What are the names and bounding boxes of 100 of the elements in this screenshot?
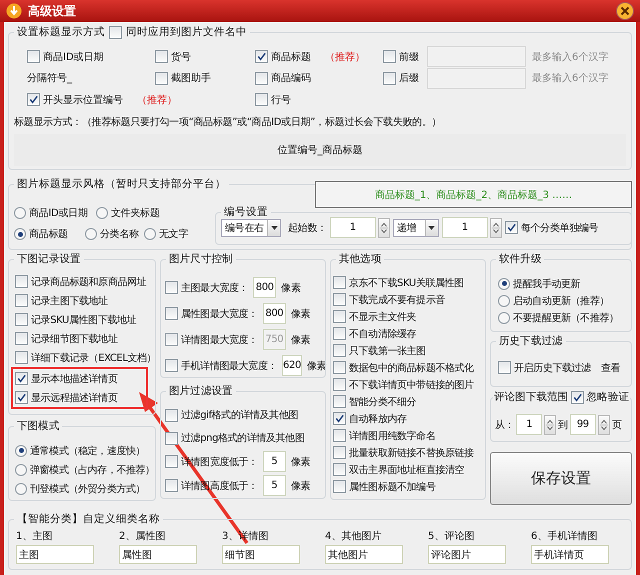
- radio-button[interactable]: [85, 228, 98, 240]
- checkbox-label[interactable]: 属性图最大宽度：: [181, 306, 258, 320]
- checkbox[interactable]: [155, 50, 168, 64]
- checkbox[interactable]: [165, 307, 178, 320]
- number-field[interactable]: 5: [262, 451, 286, 472]
- checkbox-label[interactable]: 显示远程描述详情页: [31, 390, 118, 404]
- checkbox-label[interactable]: 京东不下载SKU关联属性图: [349, 276, 464, 290]
- checkbox[interactable]: [498, 361, 511, 374]
- number-field[interactable]: 99: [570, 414, 596, 436]
- radio-button[interactable]: [144, 228, 156, 240]
- number-field[interactable]: 1: [442, 217, 488, 238]
- radio-button[interactable]: [498, 278, 510, 290]
- radio-label[interactable]: 刊登模式（外贸分类方式）: [30, 482, 146, 496]
- checkbox[interactable]: [255, 93, 268, 106]
- radio-button[interactable]: [96, 207, 108, 219]
- radio-label[interactable]: 通常模式（稳定，速度快）: [30, 444, 146, 458]
- checkbox[interactable]: [333, 446, 346, 459]
- checkbox[interactable]: [109, 26, 122, 38]
- input-field[interactable]: [427, 46, 526, 68]
- checkbox[interactable]: [165, 455, 178, 468]
- radio-label[interactable]: 不要提醒更新（不推荐）: [513, 310, 619, 324]
- checkbox[interactable]: [15, 351, 28, 364]
- dropdown[interactable]: 编号在右: [221, 218, 281, 236]
- checkbox[interactable]: [15, 275, 28, 288]
- radio-button[interactable]: [14, 228, 26, 240]
- checkbox[interactable]: [15, 391, 28, 404]
- radio-label[interactable]: 启动自动更新（推荐）: [513, 294, 610, 308]
- checkbox-label[interactable]: 记录SKU属性图下载地址: [31, 312, 136, 326]
- number-field[interactable]: 800: [262, 303, 286, 324]
- number-field[interactable]: 1: [330, 217, 376, 238]
- checkbox-label[interactable]: 记录商品标题和原商品网址: [31, 274, 146, 288]
- checkbox-label[interactable]: 商品标题: [271, 50, 311, 64]
- checkbox-label[interactable]: 自动释放内存: [349, 412, 407, 426]
- checkbox[interactable]: [333, 378, 346, 391]
- view-link[interactable]: 查看: [600, 360, 620, 375]
- checkbox-label[interactable]: 开头显示位置编号: [43, 92, 123, 107]
- checkbox[interactable]: [333, 310, 346, 323]
- checkbox-label[interactable]: 显示本地描述详情页: [31, 372, 118, 386]
- input-field[interactable]: 细节图: [222, 545, 300, 564]
- checkbox-label[interactable]: 双击主界面地址框直接清空: [349, 462, 464, 476]
- input-field[interactable]: [427, 68, 526, 89]
- checkbox-label[interactable]: 属性图标题不加编号: [349, 480, 436, 494]
- checkbox[interactable]: [570, 390, 584, 404]
- number-field[interactable]: 1: [516, 414, 542, 436]
- checkbox-label[interactable]: 详情图用纯数字命名: [349, 428, 436, 442]
- checkbox-label[interactable]: 主图最大宽度：: [181, 280, 248, 294]
- checkbox[interactable]: [333, 361, 346, 374]
- radio-button[interactable]: [14, 207, 26, 219]
- save-button[interactable]: 保存设置: [490, 452, 632, 505]
- checkbox-label[interactable]: 手机详情图最大宽度：: [181, 358, 278, 372]
- spin-buttons[interactable]: [544, 414, 556, 435]
- checkbox[interactable]: [333, 395, 346, 408]
- checkbox[interactable]: [333, 327, 346, 340]
- radio-button[interactable]: [498, 312, 510, 324]
- checkbox[interactable]: [333, 463, 346, 476]
- number-field[interactable]: 800: [253, 277, 276, 298]
- checkbox[interactable]: [165, 281, 178, 294]
- checkbox-label[interactable]: 忽略验证: [586, 390, 629, 404]
- checkbox-label[interactable]: 只下载第一张主图: [349, 344, 426, 358]
- checkbox-label[interactable]: 不自动清除缓存: [349, 326, 416, 340]
- input-field[interactable]: 主图: [16, 545, 94, 564]
- checkbox[interactable]: [165, 359, 178, 372]
- checkbox[interactable]: [15, 294, 28, 307]
- checkbox-label[interactable]: 下载完成不要有提示音: [349, 292, 446, 306]
- checkbox[interactable]: [165, 408, 178, 422]
- checkbox-label[interactable]: 过滤png格式的详情及其他图: [181, 431, 304, 445]
- checkbox-label[interactable]: 记录主图下载地址: [31, 294, 108, 308]
- radio-button[interactable]: [15, 482, 27, 494]
- radio-button[interactable]: [498, 294, 510, 306]
- checkbox[interactable]: [15, 372, 28, 385]
- checkbox[interactable]: [15, 332, 28, 345]
- radio-label[interactable]: 商品标题: [29, 227, 68, 241]
- radio-button[interactable]: [15, 464, 27, 476]
- checkbox[interactable]: [333, 276, 346, 289]
- spin-buttons[interactable]: [490, 218, 502, 238]
- checkbox-label[interactable]: 同时应用到图片文件名中: [126, 25, 247, 39]
- checkbox-label[interactable]: 批量获取新链接不替换原链接: [349, 446, 474, 460]
- radio-label[interactable]: 无文字: [158, 227, 188, 241]
- checkbox-label[interactable]: 行号: [271, 92, 291, 107]
- checkbox-label[interactable]: 后缀: [399, 71, 419, 86]
- checkbox[interactable]: [333, 480, 346, 493]
- checkbox-label[interactable]: 详细下载记录（EXCEL文档）: [31, 350, 156, 364]
- radio-label[interactable]: 商品ID或日期: [29, 206, 88, 220]
- input-field[interactable]: 属性图: [119, 545, 197, 564]
- checkbox[interactable]: [27, 93, 40, 106]
- checkbox-label[interactable]: 每个分类单独编号: [520, 220, 598, 234]
- checkbox[interactable]: [333, 412, 346, 425]
- checkbox[interactable]: [27, 50, 40, 64]
- checkbox-label[interactable]: 过滤gif格式的详情及其他图: [181, 408, 298, 422]
- checkbox-label[interactable]: 前缀: [399, 50, 419, 64]
- checkbox-label[interactable]: 智能分类不细分: [349, 394, 416, 408]
- checkbox[interactable]: [504, 221, 518, 234]
- checkbox-label[interactable]: 记录细节图下载地址: [31, 332, 118, 346]
- checkbox-label[interactable]: 不显示主文件夹: [349, 310, 416, 324]
- spin-buttons[interactable]: [598, 414, 610, 435]
- input-field[interactable]: 评论图片: [428, 545, 506, 564]
- checkbox[interactable]: [333, 293, 346, 306]
- input-field[interactable]: 手机详情页: [531, 545, 609, 564]
- checkbox[interactable]: [165, 432, 178, 444]
- checkbox[interactable]: [255, 72, 268, 85]
